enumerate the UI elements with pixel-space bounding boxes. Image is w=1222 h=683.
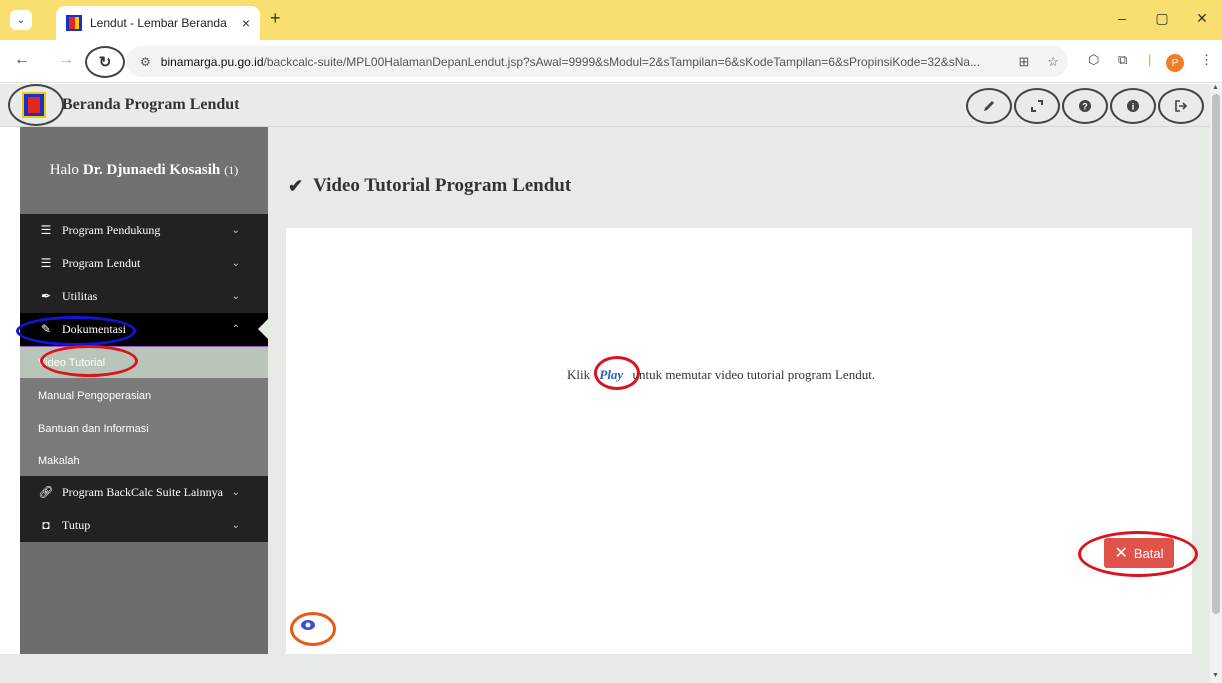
profile-avatar[interactable]: P	[1166, 54, 1184, 72]
chevron-up-icon: ⌃	[231, 324, 240, 335]
menu-program-pendukung[interactable]: ☰ Program Pendukung ⌄	[20, 214, 268, 247]
instruction-suffix: untuk memutar video tutorial program Len…	[632, 367, 876, 382]
scroll-down-icon[interactable]: ▼	[1212, 672, 1219, 679]
user-name: Dr. Djunaedi Kosasih	[82, 162, 221, 178]
browser-tabstrip: ⌄ Lendut - Lembar Beranda × + – ▢ ✕	[0, 0, 1222, 40]
logout-icon	[1175, 100, 1188, 112]
menu-backcalc-lainnya[interactable]: 🔗︎ Program BackCalc Suite Lainnya ⌄	[20, 476, 268, 509]
expand-icon	[1031, 100, 1043, 112]
info-button[interactable]: i	[1110, 88, 1156, 124]
translate-icon[interactable]: ⊞	[1018, 54, 1029, 70]
bookmark-star-icon[interactable]: ☆	[1047, 54, 1059, 70]
menu-label: Program BackCalc Suite Lainnya	[62, 485, 223, 499]
menu-label: Tutup	[62, 518, 91, 532]
video-panel: Klik Play untuk memutar video tutorial p…	[286, 228, 1192, 664]
info-icon: i	[1127, 100, 1139, 112]
url-domain: binamarga.pu.go.id	[160, 54, 264, 69]
menu-tutup[interactable]: ◘ Tutup ⌄	[20, 509, 268, 542]
batal-highlight-ring	[1078, 531, 1198, 577]
submenu-bantuan-informasi[interactable]: Bantuan dan Informasi	[20, 413, 268, 444]
page-title-text: Video Tutorial Program Lendut	[313, 175, 572, 196]
sidebar: Halo Dr. Djunaedi Kosasih (1) ☰ Program …	[20, 127, 268, 654]
submenu-manual-pengoperasian[interactable]: Manual Pengoperasian	[20, 380, 268, 411]
close-window-icon[interactable]: ✕	[1190, 10, 1214, 27]
page-bottom	[0, 654, 1210, 683]
menu-utilitas[interactable]: ✒ Utilitas ⌄	[20, 280, 268, 313]
forward-icon[interactable]: →	[56, 51, 76, 69]
menu-label: Program Pendukung	[62, 223, 161, 237]
user-greeting: Halo Dr. Djunaedi Kosasih (1)	[20, 127, 268, 214]
restore-icon[interactable]: ▢	[1150, 10, 1174, 27]
menu-label: Utilitas	[62, 289, 98, 303]
submenu-makalah[interactable]: Makalah	[20, 445, 268, 476]
tab-close-icon[interactable]: ×	[242, 15, 250, 31]
play-highlight-ring	[594, 356, 640, 390]
scroll-thumb[interactable]	[1212, 94, 1220, 614]
eye-highlight-ring	[290, 612, 336, 646]
menu-kebab-icon[interactable]: ⋮	[1200, 52, 1213, 68]
link-icon: 🔗︎	[38, 485, 54, 499]
url-text: binamarga.pu.go.id/backcalc-suite/MPL00H…	[161, 55, 1010, 69]
app-title: Beranda Program Lendut	[62, 96, 240, 113]
video-tutorial-highlight-ring	[40, 345, 138, 377]
greeting-prefix: Halo	[49, 162, 79, 178]
separator-icon: |	[1148, 52, 1152, 67]
url-path: /backcalc-suite/MPL00HalamanDepanLendut.…	[263, 54, 981, 69]
help-button[interactable]: ?	[1062, 88, 1108, 124]
logout-button[interactable]	[1158, 88, 1204, 124]
list-icon: ☰	[40, 223, 52, 237]
main-content: ✔ Video Tutorial Program Lendut Klik Pla…	[268, 127, 1210, 664]
chevron-down-icon: ⌄	[231, 291, 240, 302]
feather-icon: ✒	[40, 289, 52, 303]
chevron-down-icon: ⌄	[231, 487, 240, 498]
site-favicon-icon	[66, 15, 82, 31]
edit-button[interactable]	[966, 88, 1012, 124]
extensions-icon[interactable]: ⧉	[1118, 52, 1127, 68]
list-icon: ☰	[40, 256, 52, 270]
dokumentasi-highlight-ring	[16, 316, 136, 346]
chevron-down-icon: ⌄	[231, 258, 240, 269]
back-icon[interactable]: ←	[12, 51, 32, 69]
tab-list-button[interactable]: ⌄	[10, 10, 32, 30]
pencil-icon	[984, 101, 994, 111]
lendut-logo-icon[interactable]	[22, 92, 46, 118]
minimize-icon[interactable]: –	[1110, 10, 1134, 26]
fullscreen-button[interactable]	[1014, 88, 1060, 124]
tab-title: Lendut - Lembar Beranda	[90, 16, 227, 30]
shield-icon[interactable]: ⬡	[1088, 52, 1099, 68]
help-icon: ?	[1079, 100, 1091, 112]
menu-label: Program Lendut	[62, 256, 141, 270]
svg-text:?: ?	[1082, 102, 1088, 112]
page-title: ✔ Video Tutorial Program Lendut	[288, 175, 571, 197]
browser-toolbar: ← → ↻ ⚙ binamarga.pu.go.id/backcalc-suit…	[0, 40, 1222, 83]
chevron-down-icon: ⌄	[231, 520, 240, 531]
instruction-prefix: Klik	[567, 367, 591, 382]
app-header: Beranda Program Lendut ? i	[0, 84, 1210, 127]
address-bar[interactable]: ⚙ binamarga.pu.go.id/backcalc-suite/MPL0…	[126, 46, 1068, 77]
chevron-down-icon: ⌄	[231, 225, 240, 236]
user-count: (1)	[224, 163, 239, 177]
menu-program-lendut[interactable]: ☰ Program Lendut ⌄	[20, 247, 268, 280]
page-scrollbar[interactable]: ▲ ▼	[1210, 84, 1222, 683]
scroll-up-icon[interactable]: ▲	[1212, 84, 1219, 91]
site-settings-icon[interactable]: ⚙	[140, 55, 151, 69]
check-icon: ✔	[288, 175, 304, 196]
stop-icon: ◘	[42, 518, 50, 532]
active-indicator	[258, 319, 268, 339]
browser-tab[interactable]: Lendut - Lembar Beranda ×	[56, 6, 260, 40]
reload-icon[interactable]: ↻	[85, 46, 125, 78]
new-tab-button[interactable]: +	[270, 8, 281, 29]
